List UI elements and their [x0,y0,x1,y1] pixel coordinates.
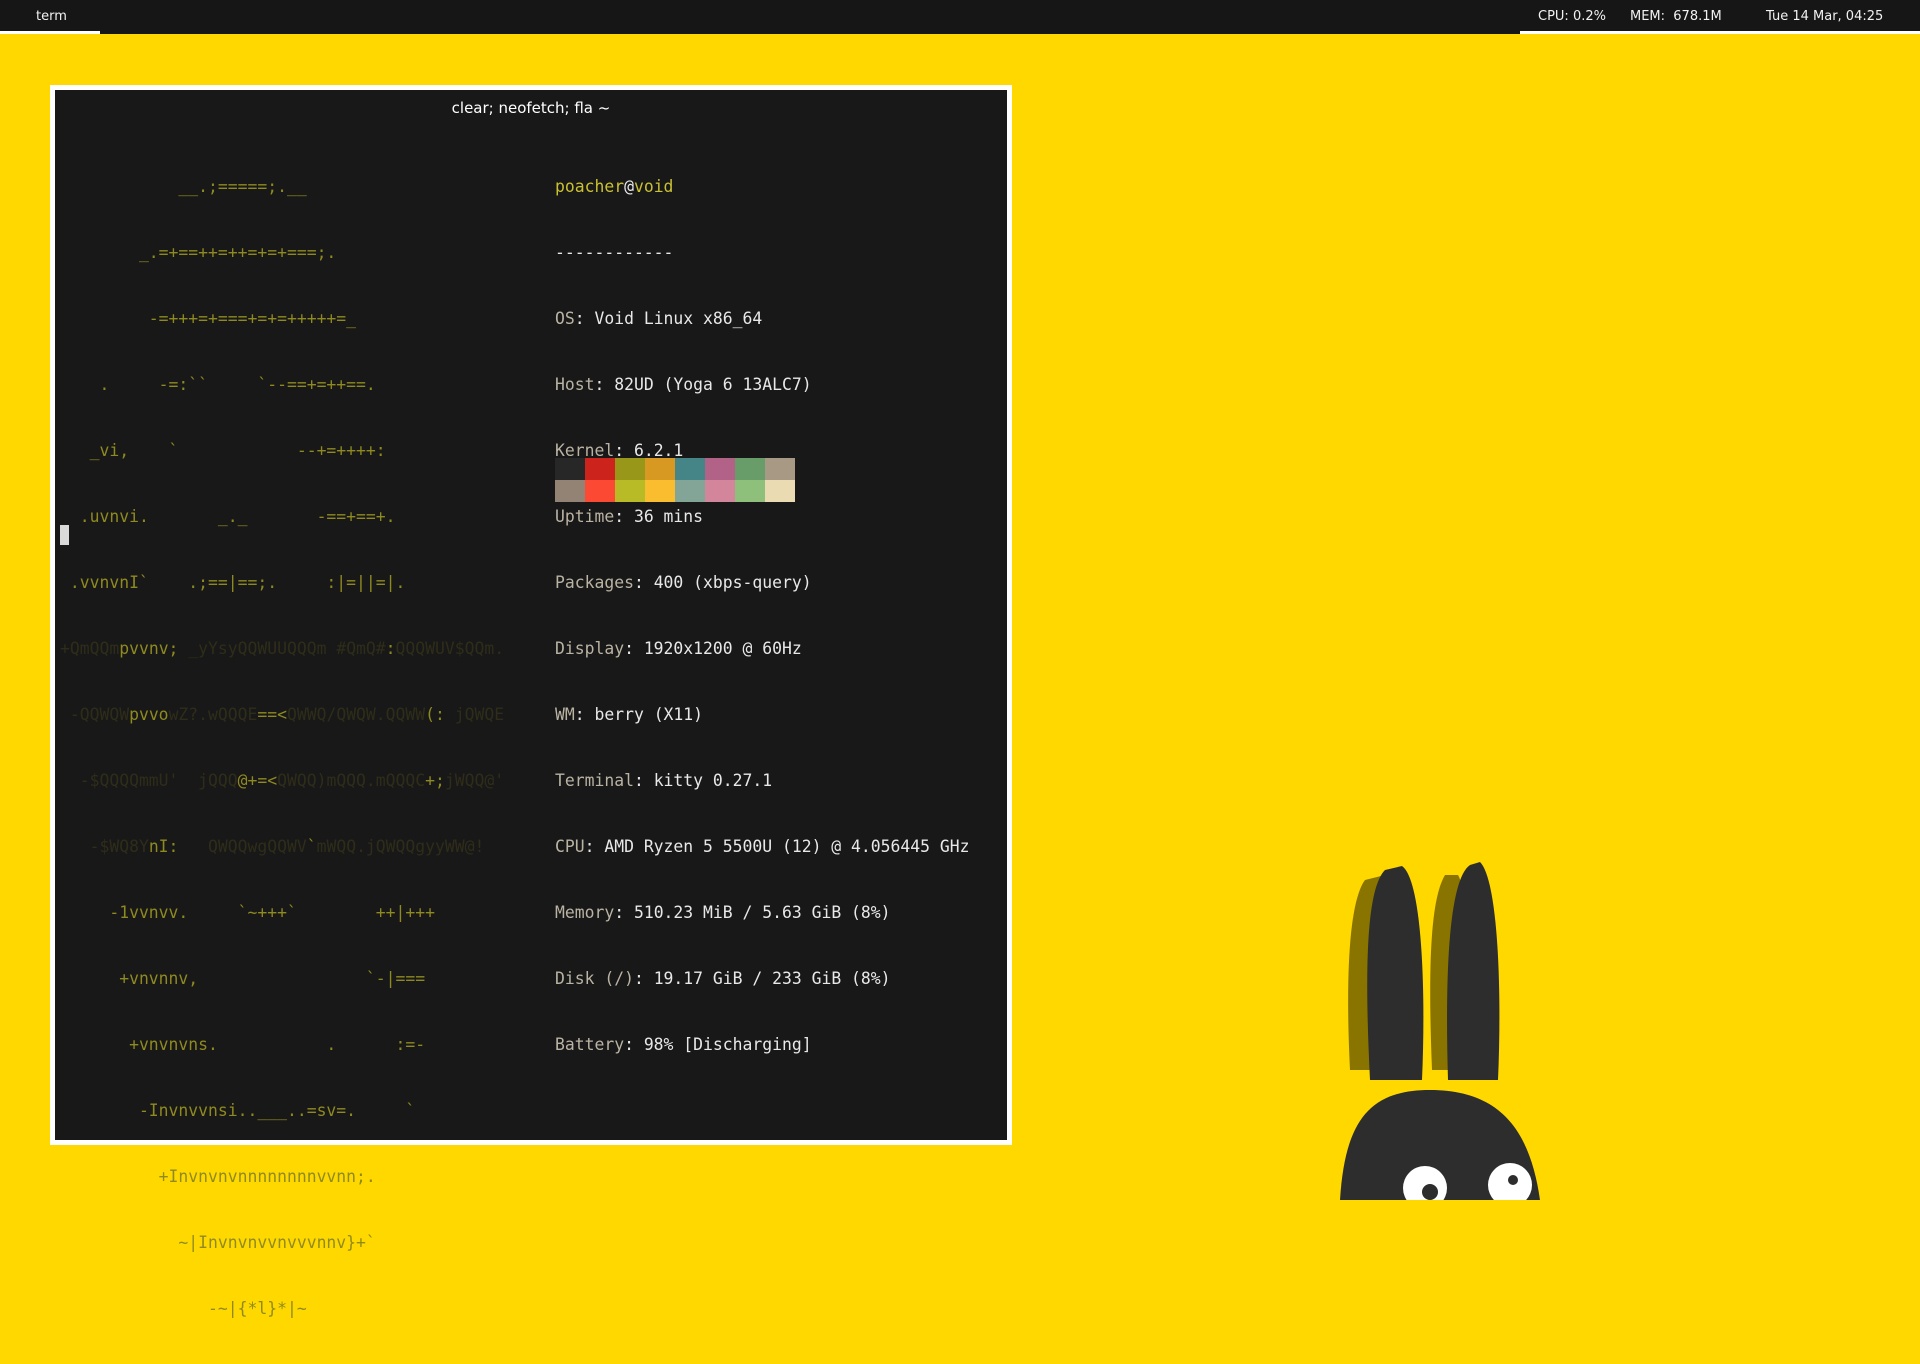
palette-swatch [585,480,615,502]
logo-line: _.=+==++=++=+=+===;. [60,243,337,262]
palette-swatch [555,458,585,480]
window-title: clear; neofetch; fla ~ [451,99,611,117]
logo-line: . -=:`` `--==+=++==. [60,375,376,394]
info-row-disk: Disk (/): 19.17 GiB / 233 GiB (8%) [555,969,891,988]
logo-line: -=+++=+===+=+=+++++=_ [60,309,357,328]
top-bar: term CPU: 0.2% MEM: 678.1M Tue 14 Mar, 0… [0,0,1920,34]
info-row-uptime: Uptime: 36 mins [555,507,704,526]
cpu-status: CPU: 0.2% [1538,9,1606,24]
void-ascii-logo: __.;=====;.__ _.=+==++=++=+=+===;. -=+++… [60,132,504,1364]
logo-line: +QmQQmpvvnv; _yYsyQQWUUQQQm #QmQ#:QQQWUV… [60,639,505,658]
palette-swatch [585,458,615,480]
palette-swatch [735,480,765,502]
palette-swatch [615,480,645,502]
status-area: CPU: 0.2% MEM: 678.1M Tue 14 Mar, 04:25 [1520,0,1920,34]
info-row-wm: WM: berry (X11) [555,705,704,724]
palette-swatch [675,458,705,480]
palette-swatch [705,458,735,480]
system-info: poacher@void ------------ OS: Void Linux… [555,132,969,1100]
logo-line: -1vvnvv. `~+++` ++|+++ [60,903,435,922]
logo-line: -$QQQQmmU' jQQQ@+=<QWQQ)mQQQ.mQQQC+;jWQQ… [60,771,505,790]
hostname: void [633,177,674,196]
palette-swatch [675,480,705,502]
logo-line: -~|{*l}*|~ [60,1299,307,1318]
logo-line: -QQWQWpvvowZ?.wQQQE==<QWWQ/QWQW.QQWW(: j… [60,705,505,724]
separator-line: ------------ [555,243,674,262]
info-row-memory: Memory: 510.23 MiB / 5.63 GiB (8%) [555,903,891,922]
at-sign: @ [624,177,634,196]
terminal-cursor [60,525,69,545]
palette-swatch [555,480,585,502]
logo-line: _vi, ` --+=++++: [60,441,386,460]
clock: Tue 14 Mar, 04:25 [1766,9,1884,24]
palette-swatch [615,458,645,480]
info-row-terminal: Terminal: kitty 0.27.1 [555,771,773,790]
logo-line: ~|Invnvnvvnvvvnnv}+` [60,1233,376,1252]
palette-swatch [645,458,675,480]
username: poacher [555,177,625,196]
status-underline [1520,31,1920,34]
palette-swatch [705,480,735,502]
logo-line: -$WQ8YnI: QWQQwgQQWV`mWQQ.jQWQQgyyWW@! [60,837,485,856]
info-row-display: Display: 1920x1200 @ 60Hz [555,639,802,658]
palette-swatch [765,458,795,480]
palette-swatch [765,480,795,502]
workspace-active-indicator [0,31,100,34]
info-row-battery: Battery: 98% [Discharging] [555,1035,812,1054]
workspace-tab[interactable]: term [0,0,100,34]
info-row-packages: Packages: 400 (xbps-query) [555,573,812,592]
info-row-cpu: CPU: AMD Ryzen 5 5500U (12) @ 4.056445 G… [555,837,970,856]
bunny-illustration [1340,862,1540,1200]
palette-swatch [735,458,765,480]
palette-swatch [645,480,675,502]
logo-line: +vnvnnv, `-|=== [60,969,426,988]
logo-line: +Invnvnvnnnnnnnnvvnn;. [60,1167,376,1186]
logo-line: .uvnvi. _._ -==+==+. [60,507,396,526]
logo-line: .vvnvnI` .;==|==;. :|=||=|. [60,573,406,592]
workspace-label: term [36,9,67,24]
color-palette [555,458,795,502]
info-row-host: Host: 82UD (Yoga 6 13ALC7) [555,375,812,394]
user-host: poacher@void [555,176,969,198]
info-row-os: OS: Void Linux x86_64 [555,309,763,328]
logo-line: -Invnvvnsi..___..=sv=. ` [60,1101,416,1120]
memory-status: MEM: 678.1M [1630,9,1722,24]
logo-line: __.;=====;.__ [60,177,307,196]
logo-line: +vnvnvns. . :=- [60,1035,426,1054]
terminal-window[interactable]: clear; neofetch; fla ~ __.;=====;.__ _.=… [50,85,1012,1318]
